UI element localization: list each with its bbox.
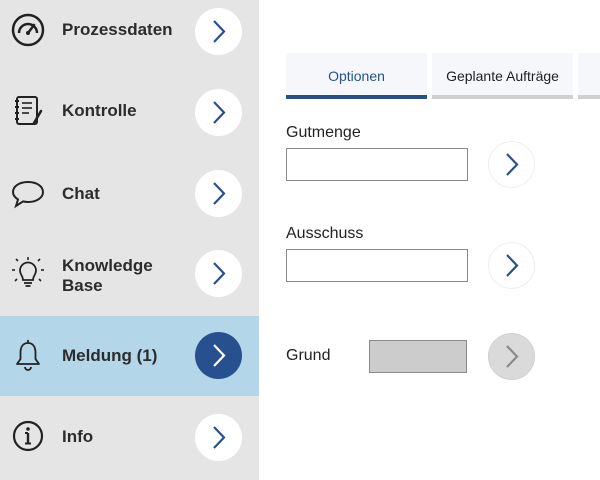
sidebar-item-label: Meldung (1) xyxy=(62,346,157,366)
tab-indicator xyxy=(432,95,573,99)
ausschuss-label: Ausschuss xyxy=(286,225,364,242)
chevron-right-icon[interactable] xyxy=(195,250,242,297)
gutmenge-label: Gutmenge xyxy=(286,124,361,141)
sidebar-item-kontrolle[interactable]: Kontrolle xyxy=(0,80,259,160)
sidebar-item-label: Chat xyxy=(62,184,100,204)
ausschuss-submit-button[interactable] xyxy=(488,242,535,289)
tab-geplante-auftraege[interactable]: Geplante Aufträge xyxy=(432,53,573,99)
gutmenge-input[interactable] xyxy=(286,148,468,181)
label-line: Base xyxy=(62,276,103,295)
sidebar-item-label: Knowledge Base xyxy=(62,256,153,296)
sidebar-item-label: Kontrolle xyxy=(62,101,137,121)
label-line: Knowledge xyxy=(62,256,153,275)
chevron-right-icon xyxy=(506,345,519,368)
gutmenge-submit-button[interactable] xyxy=(488,141,535,188)
tab-optionen[interactable]: Optionen xyxy=(286,53,427,99)
label-line: Meldung (1) xyxy=(62,346,158,365)
label-line: Kontrolle xyxy=(62,101,137,120)
sidebar-item-knowledge-base[interactable]: Knowledge Base xyxy=(0,240,259,320)
main-panel: Optionen Geplante Aufträge Gutmenge Auss… xyxy=(259,0,600,480)
chevron-right-icon xyxy=(506,153,519,176)
tab-indicator xyxy=(286,95,427,99)
info-icon xyxy=(10,418,46,454)
label-line: Info xyxy=(62,427,94,446)
checklist-icon xyxy=(10,93,46,129)
gauge-icon xyxy=(10,12,46,48)
chevron-right-icon[interactable] xyxy=(195,89,242,136)
tab-indicator xyxy=(578,95,600,99)
grund-input xyxy=(369,340,467,373)
chevron-right-icon[interactable] xyxy=(195,332,242,379)
chevron-right-icon[interactable] xyxy=(195,170,242,217)
sidebar-item-meldung[interactable]: Meldung (1) xyxy=(0,316,259,396)
label-line: Prozessdaten xyxy=(62,20,173,39)
bell-icon xyxy=(10,338,46,374)
tab-label: Optionen xyxy=(328,68,385,84)
chevron-right-icon xyxy=(506,254,519,277)
grund-submit-button xyxy=(488,333,535,380)
label-line: Chat xyxy=(62,184,100,203)
tab-overflow[interactable] xyxy=(578,53,600,99)
sidebar-item-prozessdaten[interactable]: Prozessdaten xyxy=(0,0,259,80)
tab-label: Geplante Aufträge xyxy=(446,68,559,84)
sidebar: Prozessdaten Kontrolle Chat Knowledge Ba… xyxy=(0,0,259,480)
chevron-right-icon[interactable] xyxy=(195,8,242,55)
chat-bubble-icon xyxy=(10,176,46,212)
lightbulb-icon xyxy=(10,255,46,291)
chevron-right-icon[interactable] xyxy=(195,414,242,461)
ausschuss-input[interactable] xyxy=(286,249,468,282)
sidebar-item-info[interactable]: Info xyxy=(0,398,259,478)
sidebar-item-label: Info xyxy=(62,427,93,447)
sidebar-item-label: Prozessdaten xyxy=(62,20,173,40)
grund-label: Grund xyxy=(286,347,331,364)
sidebar-item-chat[interactable]: Chat xyxy=(0,160,259,240)
